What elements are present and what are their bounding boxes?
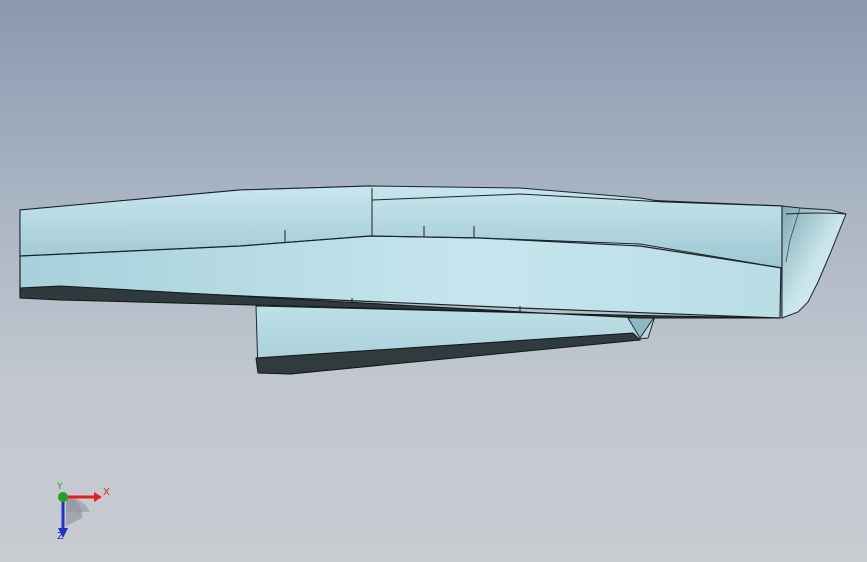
coordinate-triad: X Y Z <box>44 482 114 546</box>
nose-cone[interactable] <box>781 205 847 319</box>
graphics-viewport[interactable]: X Y Z <box>0 0 867 562</box>
x-axis-label: X <box>103 487 110 498</box>
cad-model-part[interactable] <box>0 0 867 562</box>
z-axis-label: Z <box>57 531 64 542</box>
main-body[interactable] <box>19 185 808 319</box>
y-axis-label: Y <box>57 482 63 492</box>
